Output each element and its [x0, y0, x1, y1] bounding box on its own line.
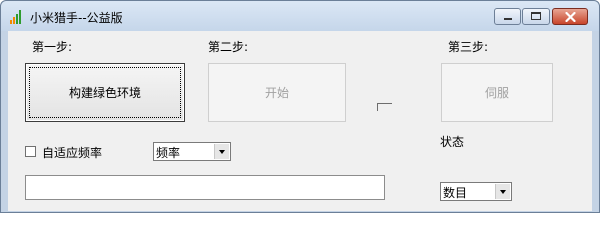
- frequency-select[interactable]: 频率: [153, 142, 231, 161]
- adaptive-frequency-label[interactable]: 自适应频率: [42, 144, 102, 161]
- count-select-value: 数目: [443, 186, 468, 200]
- frequency-select-value: 频率: [156, 146, 181, 160]
- chevron-down-icon[interactable]: [214, 144, 229, 159]
- client-area: 第一步: 第二步: 第三步: 构建绿色环境 开始 伺服 状态 自适应频率 频率 …: [8, 31, 592, 211]
- step3-label: 第三步:: [448, 40, 489, 54]
- window-title: 小米猎手--公益版: [30, 11, 123, 25]
- close-button[interactable]: [552, 8, 588, 25]
- close-icon: [565, 12, 576, 22]
- minimize-icon: [504, 18, 512, 20]
- chevron-down-icon[interactable]: [495, 184, 510, 199]
- minimize-button[interactable]: [494, 8, 521, 25]
- step2-label: 第二步:: [208, 40, 249, 54]
- start-button-label: 开始: [264, 86, 289, 100]
- status-label: 状态: [440, 135, 465, 149]
- adaptive-frequency-checkbox[interactable]: [25, 146, 36, 157]
- servo-button-label: 伺服: [484, 86, 509, 100]
- small-indicator: [377, 103, 392, 111]
- servo-button[interactable]: 伺服: [441, 63, 553, 122]
- maximize-icon: [531, 12, 541, 20]
- text-input[interactable]: [25, 175, 385, 200]
- count-select[interactable]: 数目: [440, 182, 512, 201]
- app-window: 小米猎手--公益版 第一步: 第二步: 第三步: 构建绿色环境 开始 伺服 状态: [0, 0, 600, 213]
- build-environment-button[interactable]: 构建绿色环境: [25, 63, 185, 122]
- maximize-button[interactable]: [522, 8, 550, 25]
- title-bar[interactable]: 小米猎手--公益版: [1, 1, 599, 31]
- signal-bars-icon: [10, 10, 24, 24]
- start-button[interactable]: 开始: [208, 63, 346, 122]
- step1-label: 第一步:: [32, 40, 73, 54]
- focus-rectangle: [29, 67, 181, 118]
